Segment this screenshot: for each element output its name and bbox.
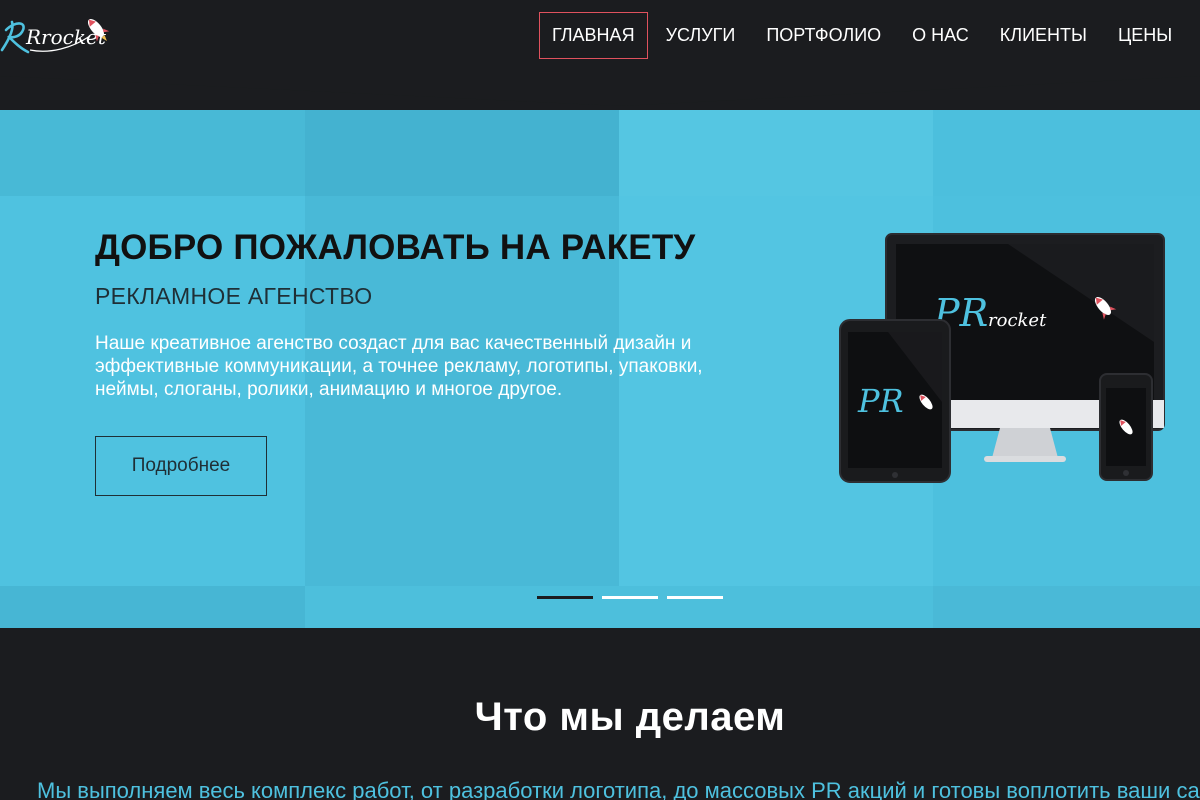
slide-dot-1[interactable] xyxy=(537,596,593,599)
nav-item-clients[interactable]: КЛИЕНТЫ xyxy=(987,12,1100,59)
slide-dot-3[interactable] xyxy=(667,596,723,599)
site-header: Rrocket ГЛАВНАЯ УСЛУГИ ПОРТФОЛИО О НАС К… xyxy=(0,0,1200,110)
nav-item-portfolio[interactable]: ПОРТФОЛИО xyxy=(753,12,894,59)
nav-item-home[interactable]: ГЛАВНАЯ xyxy=(539,12,648,59)
site-logo[interactable]: Rrocket xyxy=(0,8,120,58)
section-title: Что мы делаем xyxy=(474,695,786,739)
nav-item-services[interactable]: УСЛУГИ xyxy=(653,12,749,59)
section-description: Мы выполняем весь комплекс работ, от раз… xyxy=(37,778,1200,800)
hero-description: Наше креативное агенство создаст для вас… xyxy=(95,333,703,400)
more-button[interactable]: Подробнее xyxy=(95,436,267,496)
main-nav: ГЛАВНАЯ УСЛУГИ ПОРТФОЛИО О НАС КЛИЕНТЫ Ц… xyxy=(539,12,1200,59)
slider-pagination xyxy=(537,596,723,599)
hero-bg-tile xyxy=(933,586,1200,628)
slide-dot-2[interactable] xyxy=(602,596,658,599)
hero-subtitle: РЕКЛАМНОЕ АГЕНСТВО xyxy=(95,283,373,309)
tablet-logo: PR xyxy=(857,382,904,420)
header-angle-edge xyxy=(0,76,1200,106)
nav-item-prices[interactable]: ЦЕНЫ xyxy=(1105,12,1185,59)
hero-bg-tile xyxy=(0,586,305,628)
nav-item-contacts[interactable]: К xyxy=(1190,12,1200,59)
hero-title: ДОБРО ПОЖАЛОВАТЬ НА РАКЕТУ xyxy=(95,228,696,267)
hero-bg-tile xyxy=(305,586,933,628)
nav-item-about[interactable]: О НАС xyxy=(899,12,982,59)
devices-illustration: PR rocket PR xyxy=(839,233,1165,483)
monitor-logo-rocket: rocket xyxy=(988,310,1047,331)
